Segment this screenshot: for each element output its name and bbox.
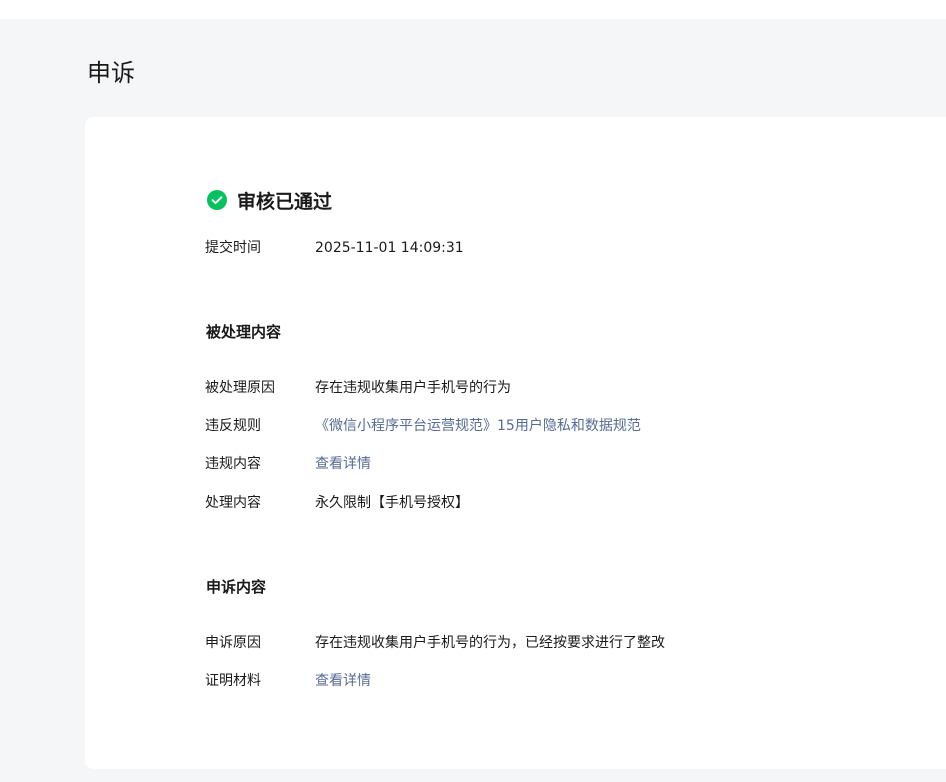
violated-rule-label: 违反规则 [205,418,261,434]
violation-details-link[interactable]: 查看详情 [315,453,371,475]
violated-rule-link[interactable]: 《微信小程序平台运营规范》15用户隐私和数据规范 [315,415,641,437]
appeal-section-title: 申诉内容 [206,578,267,596]
page-title: 申诉 [87,59,135,87]
evidence-details-link[interactable]: 查看详情 [315,670,371,692]
submission-time-label: 提交时间 [205,240,261,256]
handling-content-row: 处理内容 永久限制【手机号授权】 [205,492,469,514]
handling-content-value: 永久限制【手机号授权】 [315,495,469,511]
review-status-text: 审核已通过 [237,190,333,213]
submission-time-value: 2025-11-01 14:09:31 [315,240,464,256]
violation-content-label: 违规内容 [205,456,261,472]
processed-section-title: 被处理内容 [206,323,282,341]
review-status: 审核已通过 [207,186,332,214]
appeal-reason-label: 申诉原因 [205,635,261,651]
processed-reason-row: 被处理原因 存在违规收集用户手机号的行为 [205,377,511,399]
submission-time-row: 提交时间 2025-11-01 14:09:31 [205,237,464,259]
processed-reason-label: 被处理原因 [205,380,275,396]
appeal-reason-row: 申诉原因 存在违规收集用户手机号的行为，已经按要求进行了整改 [205,632,665,654]
check-circle-icon [207,190,227,210]
violated-rule-row: 违反规则 《微信小程序平台运营规范》15用户隐私和数据规范 [205,415,641,437]
appeal-reason-value: 存在违规收集用户手机号的行为，已经按要求进行了整改 [315,635,665,651]
violation-content-row: 违规内容 查看详情 [205,453,371,475]
processed-reason-value: 存在违规收集用户手机号的行为 [315,380,511,396]
handling-content-label: 处理内容 [205,495,261,511]
evidence-label: 证明材料 [205,673,261,689]
evidence-row: 证明材料 查看详情 [205,670,371,692]
